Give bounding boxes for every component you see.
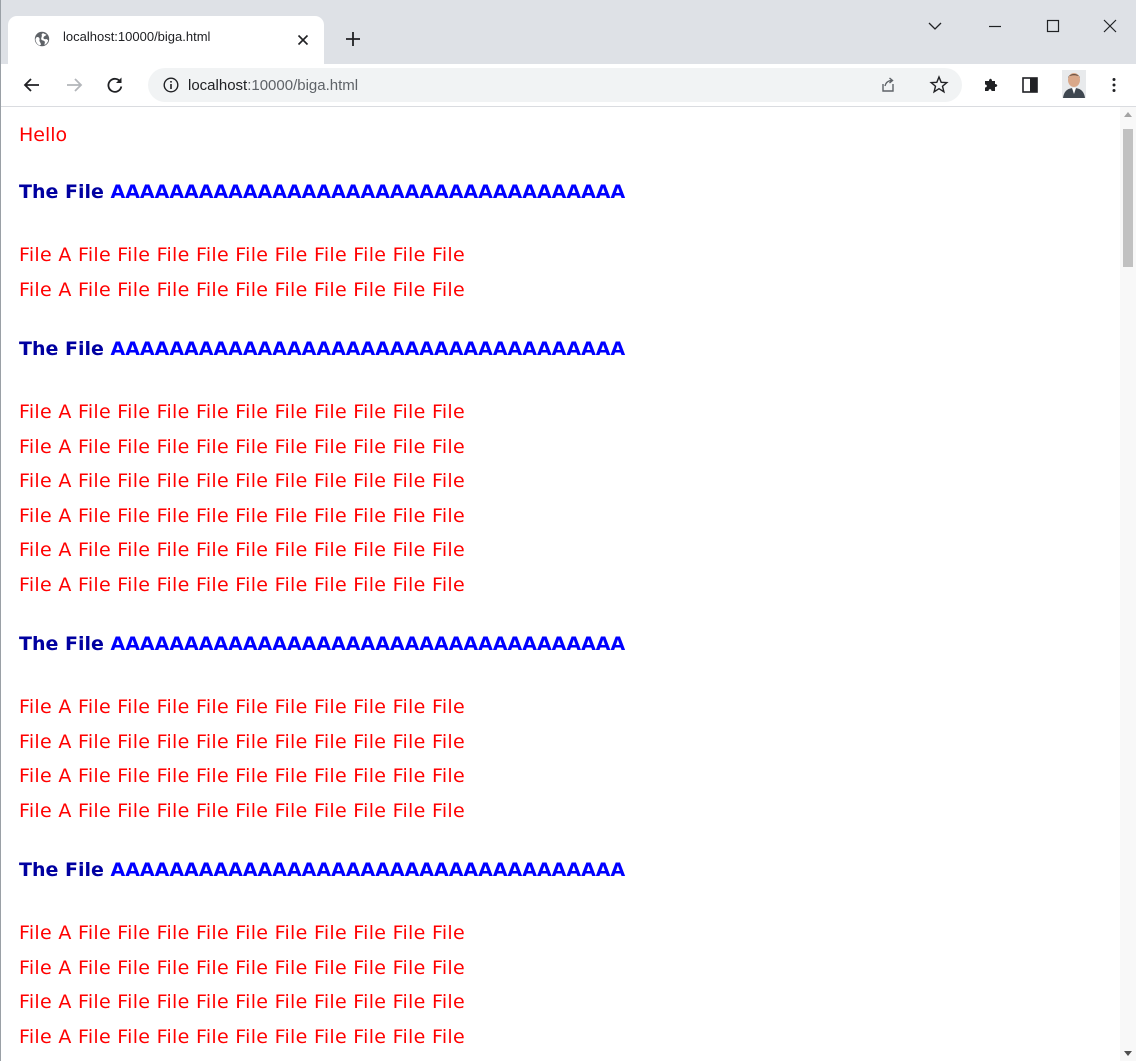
file-line: File A File File File File File File Fil…	[19, 470, 465, 492]
tab-active[interactable]: localhost:10000/biga.html	[8, 16, 324, 64]
scrollbar-thumb[interactable]	[1123, 129, 1133, 267]
file-line: File A File File File File File File Fil…	[19, 573, 465, 596]
file-line: File A File File File File File File Fil…	[19, 765, 465, 787]
file-line: File A File File File File File File Fil…	[19, 991, 465, 1013]
url-host: localhost	[188, 77, 248, 94]
url-text[interactable]: localhost:10000/biga.html	[188, 77, 358, 94]
section-heading-suffix: AAAAAAAAAAAAAAAAAAAAAAAAAAAAAAAAAAA	[110, 633, 626, 655]
maximize-icon[interactable]	[1040, 13, 1066, 39]
section-heading: The File AAAAAAAAAAAAAAAAAAAAAAAAAAAAAAA…	[19, 338, 625, 360]
file-line: File A File File File File File File Fil…	[19, 799, 465, 822]
chevron-down-icon[interactable]	[922, 13, 948, 39]
section-heading-prefix: The File	[19, 338, 104, 360]
forward-arrow-icon[interactable]	[63, 74, 85, 96]
file-line: File A File File File File File File Fil…	[19, 278, 465, 301]
browser-toolbar: localhost:10000/biga.html	[0, 64, 1136, 107]
section-heading-prefix: The File	[19, 859, 104, 881]
new-tab-plus-icon[interactable]	[342, 28, 364, 50]
file-line: File A File File File File File File Fil…	[19, 435, 465, 458]
url-path: :10000/biga.html	[247, 77, 359, 94]
file-line: File A File File File File File File Fil…	[19, 539, 465, 561]
section-heading: The File AAAAAAAAAAAAAAAAAAAAAAAAAAAAAAA…	[19, 181, 625, 203]
scroll-down-arrow-icon[interactable]	[1124, 1051, 1132, 1056]
section-heading: The File AAAAAAAAAAAAAAAAAAAAAAAAAAAAAAA…	[19, 633, 625, 655]
file-line: File A File File File File File File Fil…	[19, 696, 465, 718]
reload-icon[interactable]	[104, 74, 126, 96]
kebab-menu-icon[interactable]	[1103, 74, 1125, 96]
back-arrow-icon[interactable]	[21, 74, 43, 96]
avatar[interactable]	[1062, 70, 1086, 98]
section-heading-suffix: AAAAAAAAAAAAAAAAAAAAAAAAAAAAAAAAAAA	[110, 859, 626, 881]
browser-window: localhost:10000/biga.html localhost:1000…	[0, 0, 1136, 1061]
section-heading: The File AAAAAAAAAAAAAAAAAAAAAAAAAAAAAAA…	[19, 859, 625, 881]
section-heading-prefix: The File	[19, 633, 104, 655]
section-heading-suffix: AAAAAAAAAAAAAAAAAAAAAAAAAAAAAAAAAAA	[110, 338, 626, 360]
page-viewport: Hello The File AAAAAAAAAAAAAAAAAAAAAAAAAA…	[0, 107, 1120, 1061]
file-line: File A File File File File File File Fil…	[19, 401, 465, 423]
file-line: File A File File File File File File Fil…	[19, 956, 465, 979]
globe-icon	[34, 31, 50, 47]
minimize-icon[interactable]	[982, 13, 1008, 39]
hello-text: Hello	[19, 124, 68, 146]
side-panel-icon[interactable]	[1019, 74, 1041, 96]
puzzle-icon[interactable]	[981, 74, 1003, 96]
file-line: File A File File File File File File Fil…	[19, 922, 465, 944]
tab-strip: localhost:10000/biga.html	[0, 0, 1136, 64]
tab-close-icon[interactable]	[294, 31, 312, 49]
section-heading-prefix: The File	[19, 181, 104, 203]
file-line: File A File File File File File File Fil…	[19, 1025, 465, 1048]
window-border	[0, 0, 1, 1061]
share-icon[interactable]	[878, 75, 898, 95]
window-close-icon[interactable]	[1097, 13, 1123, 39]
star-icon[interactable]	[928, 74, 950, 96]
vertical-scrollbar[interactable]	[1120, 107, 1136, 1061]
scroll-up-arrow-icon[interactable]	[1124, 112, 1132, 117]
file-line: File A File File File File File File Fil…	[19, 244, 465, 266]
info-icon[interactable]	[162, 76, 180, 94]
file-line: File A File File File File File File Fil…	[19, 730, 465, 753]
tab-title: localhost:10000/biga.html	[63, 29, 211, 44]
section-heading-suffix: AAAAAAAAAAAAAAAAAAAAAAAAAAAAAAAAAAA	[110, 181, 626, 203]
file-line: File A File File File File File File Fil…	[19, 504, 465, 527]
address-bar[interactable]: localhost:10000/biga.html	[148, 68, 962, 102]
